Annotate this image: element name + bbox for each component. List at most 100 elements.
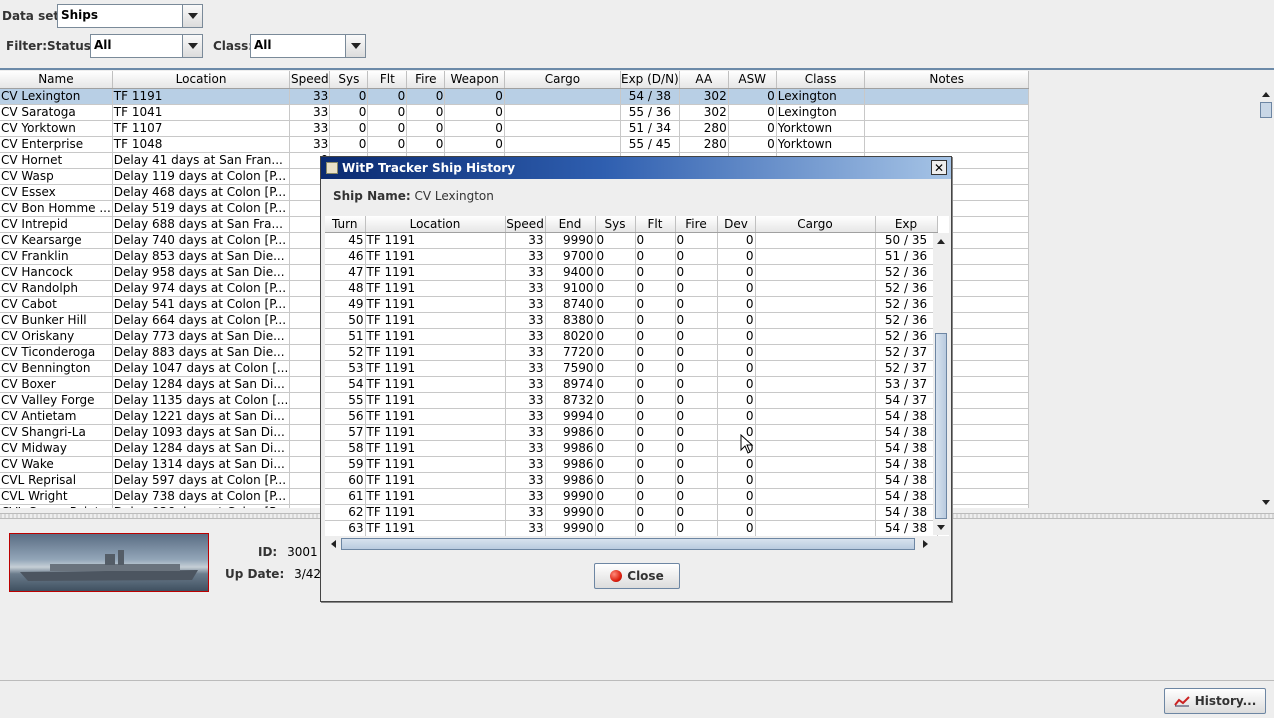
history-cell: 48 xyxy=(325,280,366,297)
dropdown-arrow-icon[interactable] xyxy=(182,5,202,27)
history-row[interactable]: 46 TF 1191 33 9700 0 0 0 0 51 / 36 xyxy=(325,248,938,265)
history-row[interactable]: 48 TF 1191 33 9100 0 0 0 0 52 / 36 xyxy=(325,280,938,297)
close-x-icon[interactable]: ✕ xyxy=(931,160,947,175)
history-column-header[interactable]: Location xyxy=(365,216,506,233)
scroll-thumb[interactable] xyxy=(1260,102,1272,118)
status-label: Status: xyxy=(47,39,96,53)
table-row[interactable]: CV Yorktown TF 1107 33 0 0 0 0 51 / 34 280 0 Yorkt… xyxy=(0,120,1029,137)
scroll-left-icon[interactable] xyxy=(325,536,341,552)
history-row[interactable]: 49 TF 1191 33 8740 0 0 0 0 52 / 36 xyxy=(325,296,938,313)
dropdown-arrow-icon[interactable] xyxy=(345,35,365,57)
history-row[interactable]: 47 TF 1191 33 9400 0 0 0 0 52 / 36 xyxy=(325,264,938,281)
id-label: ID: xyxy=(258,545,278,559)
column-header[interactable]: Exp (D/N) xyxy=(620,71,680,89)
history-row[interactable]: 50 TF 1191 33 8380 0 0 0 0 52 / 36 xyxy=(325,312,938,329)
history-cell: 33 xyxy=(505,408,546,425)
dialog-title-bar[interactable]: WitP Tracker Ship History ✕ xyxy=(321,157,951,179)
scroll-down-icon[interactable] xyxy=(933,519,949,535)
history-cell: 33 xyxy=(505,376,546,393)
column-header[interactable]: AA xyxy=(679,71,729,89)
history-row[interactable]: 54 TF 1191 33 8974 0 0 0 0 53 / 37 xyxy=(325,376,938,393)
column-header[interactable]: ASW xyxy=(728,71,777,89)
history-row[interactable]: 59 TF 1191 33 9986 0 0 0 0 54 / 38 xyxy=(325,456,938,473)
scroll-down-icon[interactable] xyxy=(1258,494,1274,510)
history-column-header[interactable]: Flt xyxy=(635,216,676,233)
history-cell: 54 / 38 xyxy=(875,424,938,441)
history-cell: 0 xyxy=(717,472,756,489)
class-select[interactable]: All xyxy=(250,34,366,58)
history-cell: TF 1191 xyxy=(365,504,506,521)
scroll-up-icon[interactable] xyxy=(1258,86,1274,102)
history-row[interactable]: 56 TF 1191 33 9994 0 0 0 0 54 / 38 xyxy=(325,408,938,425)
history-vertical-scrollbar[interactable] xyxy=(933,233,949,535)
history-column-header[interactable]: Speed xyxy=(505,216,546,233)
column-header[interactable]: Location xyxy=(112,71,291,89)
history-cell: 9400 xyxy=(545,264,596,281)
history-cell: TF 1191 xyxy=(365,488,506,505)
history-cell: 0 xyxy=(675,440,718,457)
history-table[interactable]: Turn Location Speed End Sys Flt Fire Dev Cargo Ex… xyxy=(325,216,949,536)
column-header[interactable]: Sys xyxy=(329,71,369,89)
column-header[interactable]: Flt xyxy=(367,71,408,89)
history-cell: 52 / 37 xyxy=(875,360,938,377)
history-row[interactable]: 62 TF 1191 33 9990 0 0 0 0 54 / 38 xyxy=(325,504,938,521)
history-column-header[interactable]: Exp xyxy=(875,216,938,233)
history-row[interactable]: 61 TF 1191 33 9990 0 0 0 0 54 / 38 xyxy=(325,488,938,505)
history-hscroll-thumb[interactable] xyxy=(341,538,915,550)
column-header[interactable]: Name xyxy=(0,71,113,89)
main-vertical-scrollbar[interactable] xyxy=(1258,86,1274,510)
table-cell: CVL Crown Point xyxy=(0,504,113,508)
scroll-up-icon[interactable] xyxy=(933,233,949,249)
scroll-right-icon[interactable] xyxy=(917,536,933,552)
dropdown-arrow-icon[interactable] xyxy=(182,35,202,57)
table-row[interactable]: CV Saratoga TF 1041 33 0 0 0 0 55 / 36 302 0 Lexin… xyxy=(0,104,1029,121)
history-cell: 0 xyxy=(717,232,756,249)
history-cell: TF 1191 xyxy=(365,296,506,313)
class-value: All xyxy=(254,38,272,52)
column-header[interactable]: Cargo xyxy=(504,71,621,89)
dataset-select[interactable]: Ships xyxy=(57,4,203,28)
history-row[interactable]: 58 TF 1191 33 9986 0 0 0 0 54 / 38 xyxy=(325,440,938,457)
history-cell: 0 xyxy=(635,312,676,329)
history-horizontal-scrollbar[interactable] xyxy=(325,536,933,552)
table-cell: CV Lexington xyxy=(0,88,113,105)
history-row[interactable]: 52 TF 1191 33 7720 0 0 0 0 52 / 37 xyxy=(325,344,938,361)
table-cell: CV Essex xyxy=(0,184,113,201)
close-button[interactable]: Close xyxy=(594,563,680,589)
history-row[interactable]: 55 TF 1191 33 8732 0 0 0 0 54 / 37 xyxy=(325,392,938,409)
history-cell: 50 xyxy=(325,312,366,329)
column-header[interactable]: Speed xyxy=(289,71,331,89)
column-header[interactable]: Notes xyxy=(864,71,1029,89)
history-button[interactable]: History... xyxy=(1164,688,1266,714)
history-row[interactable]: 53 TF 1191 33 7590 0 0 0 0 52 / 37 xyxy=(325,360,938,377)
history-scroll-thumb[interactable] xyxy=(935,333,947,519)
column-header[interactable]: Fire xyxy=(406,71,446,89)
history-column-header[interactable]: Sys xyxy=(595,216,636,233)
history-column-header[interactable]: Cargo xyxy=(755,216,876,233)
history-row[interactable]: 45 TF 1191 33 9990 0 0 0 0 50 / 35 xyxy=(325,232,938,249)
history-cell: 0 xyxy=(635,488,676,505)
history-column-header[interactable]: Turn xyxy=(325,216,366,233)
table-cell: 0 xyxy=(329,104,369,121)
table-row[interactable]: CV Enterprise TF 1048 33 0 0 0 0 55 / 45 280 0 Yor… xyxy=(0,136,1029,153)
ship-name-row: Ship Name: CV Lexington xyxy=(333,189,494,203)
table-cell: 280 xyxy=(679,136,729,153)
history-cell: TF 1191 xyxy=(365,264,506,281)
status-select[interactable]: All xyxy=(90,34,203,58)
mouse-cursor xyxy=(740,434,754,454)
table-row[interactable]: CV Lexington TF 1191 33 0 0 0 0 54 / 38 302 0 Lexi… xyxy=(0,88,1029,105)
table-cell: TF 1048 xyxy=(112,136,291,153)
history-row[interactable]: 60 TF 1191 33 9986 0 0 0 0 54 / 38 xyxy=(325,472,938,489)
history-column-header[interactable]: End xyxy=(545,216,596,233)
history-column-header[interactable]: Fire xyxy=(675,216,718,233)
history-row[interactable]: 57 TF 1191 33 9986 0 0 0 0 54 / 38 xyxy=(325,424,938,441)
table-cell: 33 xyxy=(289,88,331,105)
history-cell: 59 xyxy=(325,456,366,473)
history-cell: 0 xyxy=(635,232,676,249)
history-column-header[interactable]: Dev xyxy=(717,216,756,233)
history-row[interactable]: 51 TF 1191 33 8020 0 0 0 0 52 / 36 xyxy=(325,328,938,345)
column-header[interactable]: Weapon xyxy=(444,71,505,89)
history-row[interactable]: 63 TF 1191 33 9990 0 0 0 0 54 / 38 xyxy=(325,520,938,536)
history-cell: 52 / 37 xyxy=(875,344,938,361)
column-header[interactable]: Class xyxy=(776,71,866,89)
